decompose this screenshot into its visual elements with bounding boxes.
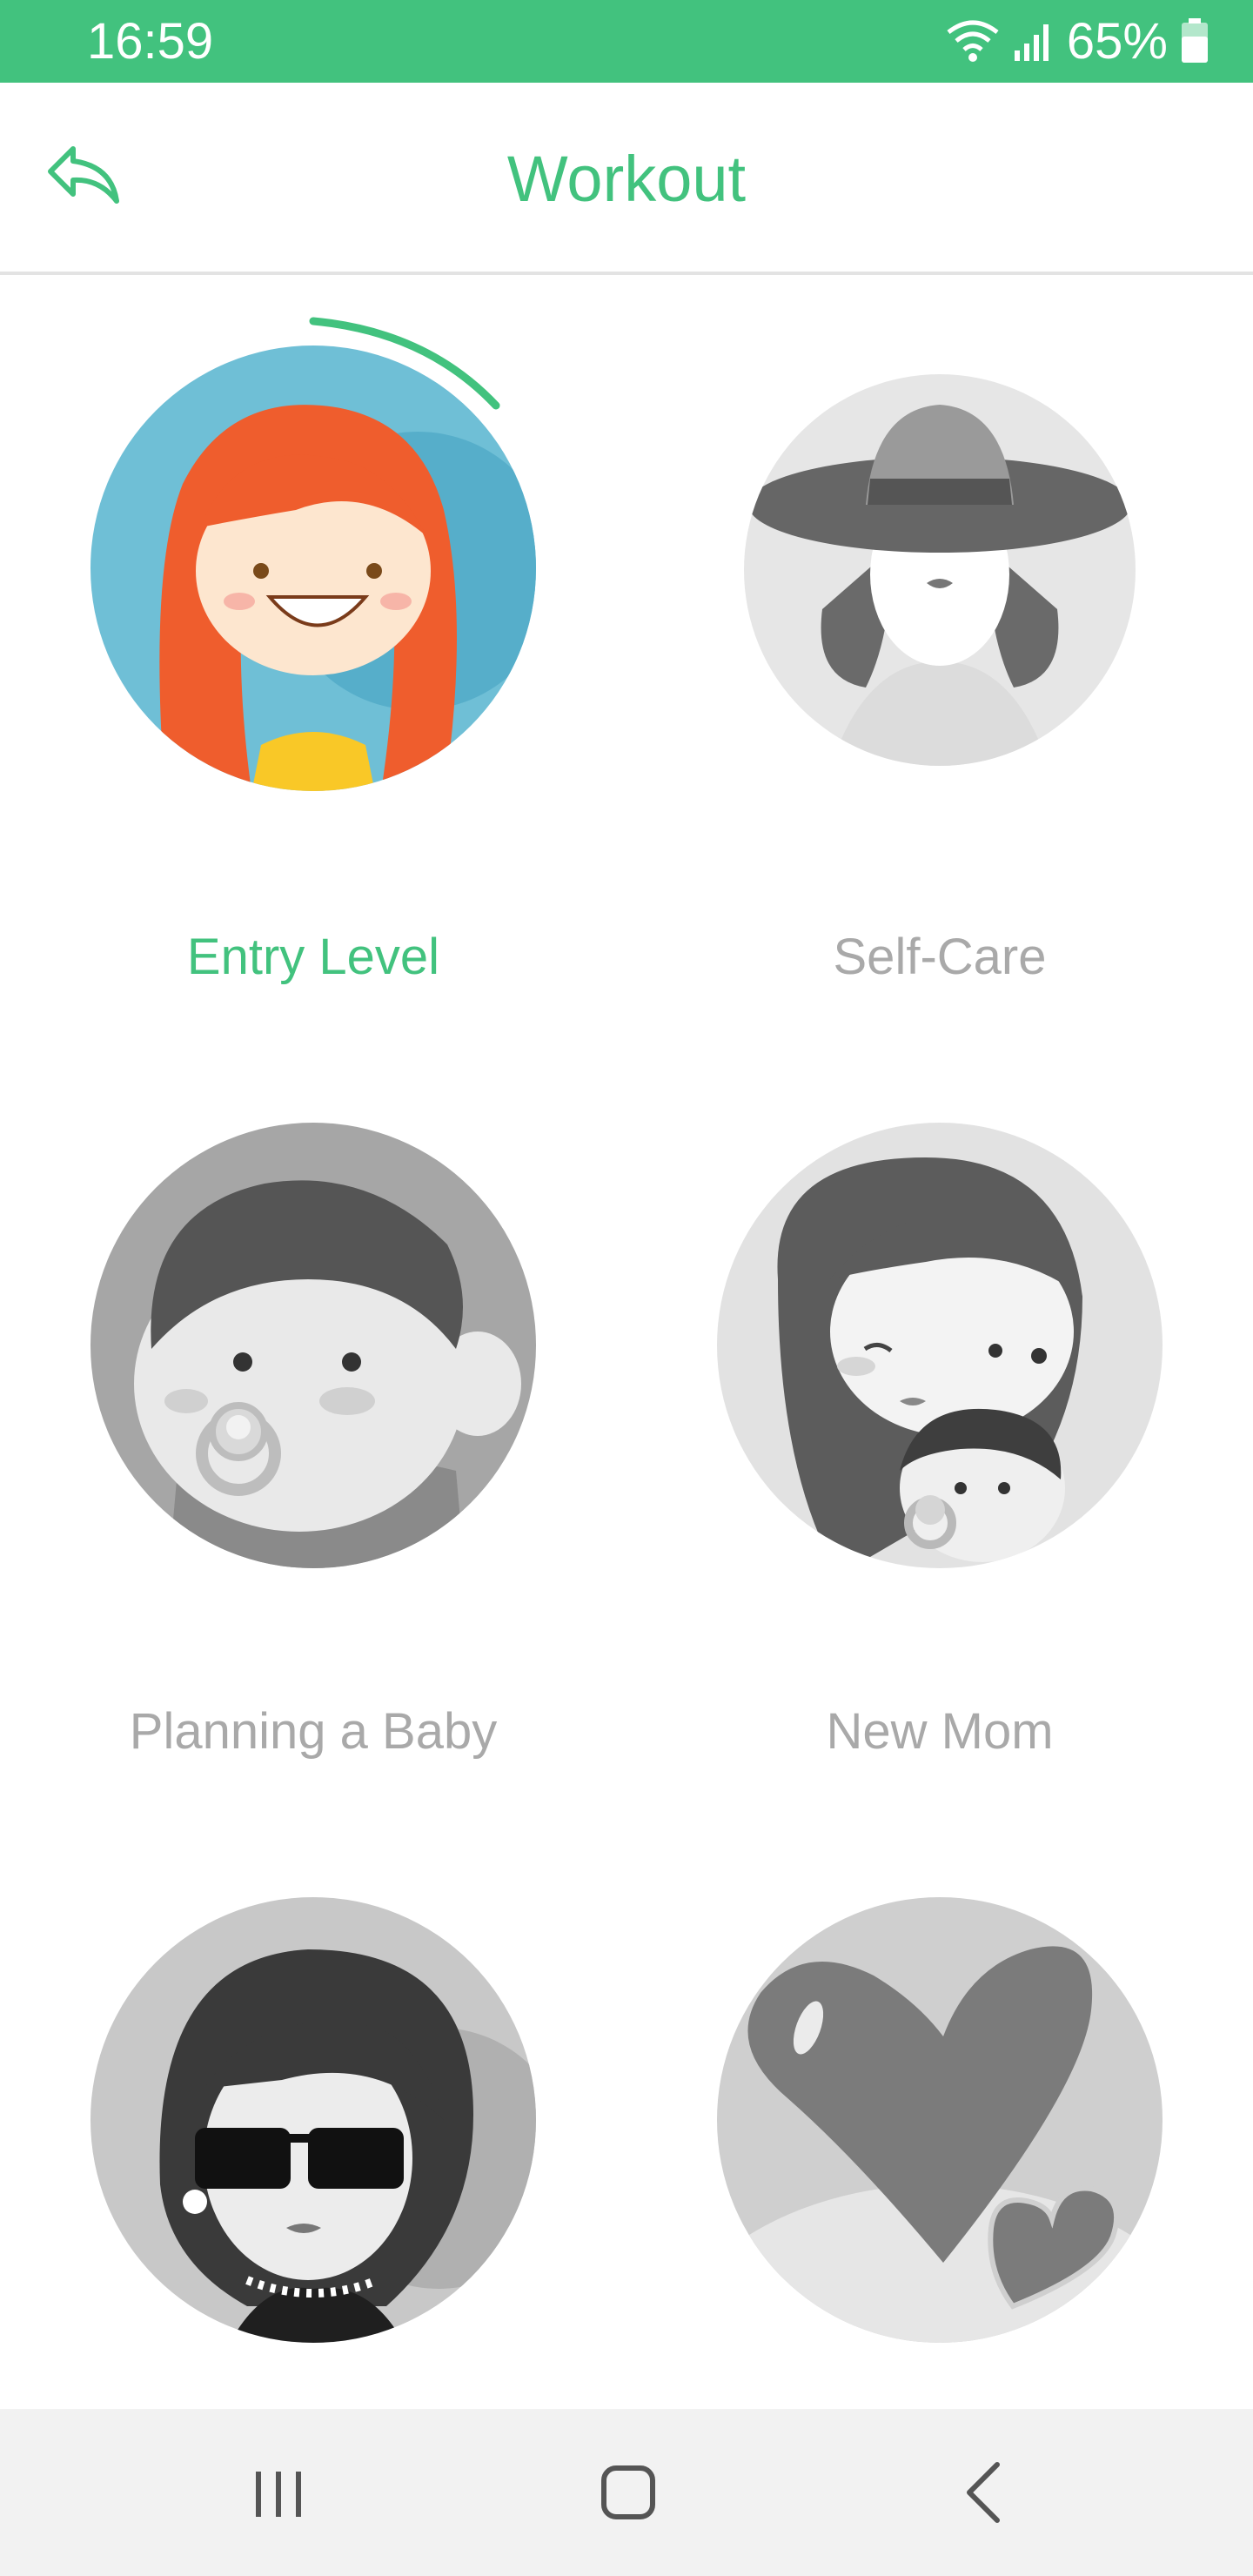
workout-new-mom[interactable]: New Mom: [626, 1050, 1253, 1798]
baby-with-pacifier-avatar: [90, 1123, 536, 1568]
wifi-icon: [947, 20, 999, 62]
signal-icon: [1014, 24, 1049, 61]
status-icons: 65%: [945, 12, 1209, 70]
home-icon: [601, 2465, 655, 2519]
recent-apps-icon: [256, 2472, 301, 2517]
woman-with-sunglasses-avatar: [90, 1897, 536, 2343]
workout-label: New Mom: [826, 1703, 1054, 1760]
workout-label: Planning a Baby: [129, 1703, 498, 1760]
status-bar: 16:59 65%: [0, 0, 1253, 83]
recent-apps-button[interactable]: [218, 2444, 339, 2541]
page-title: Workout: [506, 143, 747, 215]
workout-item-6[interactable]: [626, 1824, 1253, 2433]
status-time: 16:59: [87, 13, 214, 70]
workout-planning-a-baby[interactable]: Planning a Baby: [0, 1050, 626, 1798]
hearts-avatar: [717, 1897, 1163, 2343]
home-button[interactable]: [567, 2444, 689, 2541]
battery-icon: [1182, 18, 1208, 63]
red-haired-girl-avatar: [90, 317, 536, 791]
system-nav-bar: [0, 2409, 1253, 2576]
workout-item-5[interactable]: [0, 1824, 626, 2433]
workout-label: Entry Level: [186, 929, 440, 985]
workout-self-care[interactable]: Self-Care: [626, 275, 1253, 1023]
back-chevron-icon: [967, 2462, 1000, 2523]
workout-label: Self-Care: [833, 929, 1047, 985]
app-header: Workout: [0, 83, 1253, 275]
woman-in-sunhat-avatar: [744, 374, 1136, 766]
mom-with-baby-avatar: [717, 1123, 1163, 1568]
workout-entry-level[interactable]: Entry Level: [0, 275, 626, 1023]
battery-percent: 65%: [1066, 12, 1168, 70]
nav-back-button[interactable]: [922, 2444, 1044, 2541]
